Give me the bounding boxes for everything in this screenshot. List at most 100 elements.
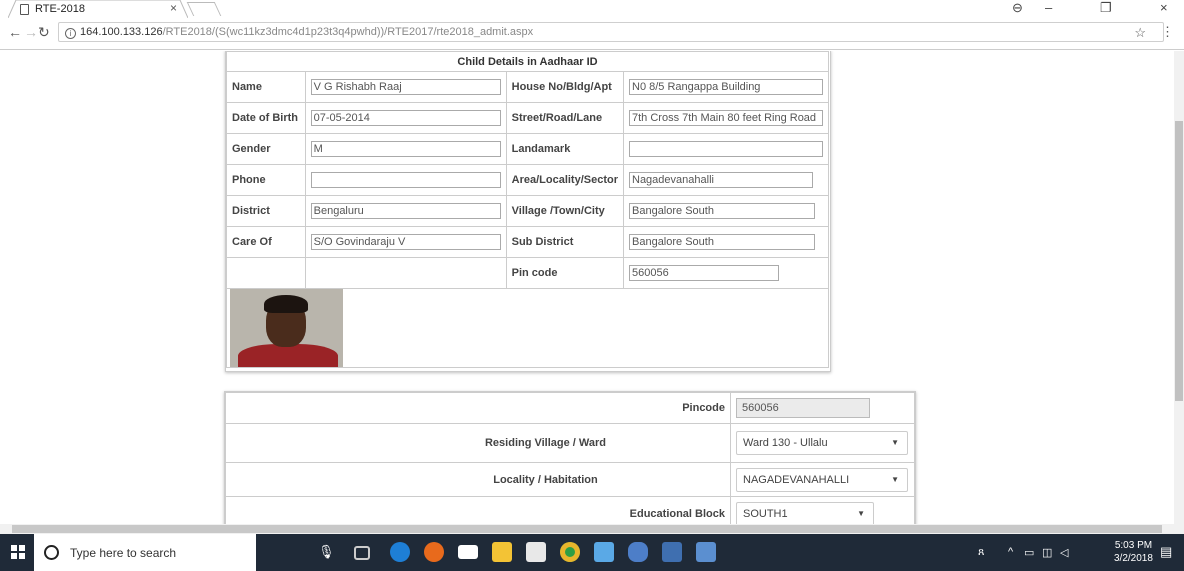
chevron-down-icon: ▼ bbox=[891, 438, 899, 447]
file-explorer-icon[interactable] bbox=[492, 542, 512, 562]
ward-label: Residing Village / Ward bbox=[225, 423, 731, 463]
chevron-down-icon: ▼ bbox=[857, 508, 865, 518]
locality-select-value: NAGADEVANAHALLI bbox=[743, 473, 850, 486]
chrome-icon[interactable] bbox=[560, 542, 580, 562]
horizontal-scroll-thumb[interactable] bbox=[12, 525, 1162, 533]
name-field[interactable]: V G Rishabh Raaj bbox=[310, 79, 501, 95]
table-row: District Bengaluru Village /Town/City Ba… bbox=[226, 195, 829, 227]
battery-icon[interactable]: ▭ bbox=[1024, 546, 1034, 559]
horizontal-scrollbar[interactable] bbox=[0, 524, 1184, 534]
table-row: Residing Village / Ward Ward 130 - Ullal… bbox=[225, 423, 915, 463]
block-label: Educational Block bbox=[225, 496, 731, 524]
tab-close-icon[interactable]: × bbox=[170, 1, 177, 15]
url-path: /RTE2018/(S(wc11kz3dmc4d1p23t3q4pwhd))/R… bbox=[162, 26, 534, 38]
snipping-tool-icon[interactable] bbox=[594, 542, 614, 562]
store-icon[interactable] bbox=[526, 542, 546, 562]
pin-code-label: Pin code bbox=[505, 257, 625, 289]
firefox-icon[interactable] bbox=[424, 542, 444, 562]
address-bar[interactable]: i 164.100.133.126/RTE2018/(S(wc11kz3dmc4d… bbox=[58, 22, 1164, 42]
people-icon[interactable]: ጸ bbox=[978, 546, 984, 559]
close-window-button[interactable]: × bbox=[1160, 0, 1168, 18]
app-icon[interactable] bbox=[696, 542, 716, 562]
info-icon[interactable]: i bbox=[65, 28, 76, 39]
browser-tab[interactable]: RTE-2018 × bbox=[8, 0, 188, 18]
table-row: Date of Birth 07-05-2014 Street/Road/Lan… bbox=[226, 102, 829, 134]
page-viewport: Child Details in Aadhaar ID Name V G Ris… bbox=[0, 51, 1174, 524]
network-icon[interactable]: ◫ bbox=[1042, 546, 1052, 559]
location-panel: Pincode 560056 Residing Village / Ward W… bbox=[224, 391, 916, 524]
area-field[interactable]: Nagadevanahalli bbox=[629, 172, 813, 188]
bookmark-star-icon[interactable]: ☆ bbox=[1134, 25, 1146, 41]
cortana-icon bbox=[44, 545, 59, 560]
name-label: Name bbox=[226, 71, 306, 103]
village-label: Village /Town/City bbox=[505, 195, 625, 227]
minimize-button[interactable]: – bbox=[1045, 0, 1052, 18]
photo-cell bbox=[226, 288, 829, 368]
table-row: Pin code 560056 bbox=[226, 257, 829, 289]
table-row: Phone Area/Locality/Sector Nagadevanahal… bbox=[226, 164, 829, 196]
microphone-icon[interactable]: 🎙 bbox=[318, 544, 338, 564]
dob-label: Date of Birth bbox=[226, 102, 306, 134]
app-icon[interactable] bbox=[662, 542, 682, 562]
action-center-icon[interactable]: ▤ bbox=[1160, 544, 1172, 560]
table-row: Educational Block SOUTH1 ▼ bbox=[225, 496, 915, 524]
child-details-panel: Child Details in Aadhaar ID Name V G Ris… bbox=[225, 51, 831, 372]
care-of-field[interactable]: S/O Govindaraju V bbox=[310, 234, 501, 250]
show-hidden-icons-icon[interactable]: ^ bbox=[1008, 546, 1013, 558]
new-tab-button[interactable] bbox=[186, 2, 222, 16]
house-label: House No/Bldg/Apt bbox=[505, 71, 625, 103]
back-arrow-icon[interactable]: ← bbox=[8, 24, 22, 40]
sub-district-label: Sub District bbox=[505, 226, 625, 258]
gender-field[interactable]: M bbox=[310, 141, 501, 157]
windows-start-icon[interactable] bbox=[11, 545, 25, 559]
task-view-icon[interactable] bbox=[354, 546, 370, 560]
edge-icon[interactable] bbox=[390, 542, 410, 562]
taskbar-search-box[interactable]: Type here to search bbox=[34, 534, 256, 571]
locality-label: Locality / Habitation bbox=[225, 462, 731, 497]
app-icon[interactable] bbox=[628, 542, 648, 562]
district-field[interactable]: Bengaluru bbox=[310, 203, 501, 219]
ward-select[interactable]: Ward 130 - Ullalu ▼ bbox=[736, 431, 908, 455]
browser-toolbar: ← → ↻ i 164.100.133.126/RTE2018/(S(wc11kz… bbox=[0, 18, 1184, 50]
area-label: Area/Locality/Sector bbox=[505, 164, 625, 196]
clock-time: 5:03 PM bbox=[1114, 540, 1153, 551]
page-icon bbox=[20, 3, 29, 15]
empty-cell bbox=[226, 257, 306, 289]
phone-label: Phone bbox=[226, 164, 306, 196]
phone-field[interactable] bbox=[310, 172, 501, 188]
block-select[interactable]: SOUTH1 ▼ bbox=[736, 501, 874, 524]
gender-label: Gender bbox=[226, 133, 306, 165]
pincode-field[interactable]: 560056 bbox=[736, 398, 870, 418]
taskbar-clock[interactable]: 5:03 PM 3/2/2018 bbox=[1114, 539, 1153, 565]
landmark-label: Landamark bbox=[505, 133, 625, 165]
sub-district-field[interactable]: Bangalore South bbox=[629, 234, 815, 250]
vertical-scroll-thumb[interactable] bbox=[1175, 121, 1183, 401]
chevron-down-icon: ▼ bbox=[891, 474, 899, 484]
house-field[interactable]: N0 8/5 Rangappa Building bbox=[629, 79, 823, 95]
child-photo bbox=[230, 289, 343, 367]
volume-icon[interactable]: ◁ bbox=[1060, 546, 1068, 559]
district-label: District bbox=[226, 195, 306, 227]
child-details-header: Child Details in Aadhaar ID bbox=[226, 51, 829, 72]
restore-button[interactable]: ❐ bbox=[1100, 0, 1112, 18]
more-menu-icon[interactable]: ⋮ bbox=[1161, 24, 1174, 40]
tab-strip: RTE-2018 × ⊖ – ❐ × bbox=[0, 0, 1184, 18]
tab-title: RTE-2018 bbox=[35, 3, 85, 15]
street-field[interactable]: 7th Cross 7th Main 80 feet Ring Road bbox=[629, 110, 823, 126]
ward-select-value: Ward 130 - Ullalu bbox=[743, 437, 828, 449]
location-table: Pincode 560056 Residing Village / Ward W… bbox=[225, 392, 915, 524]
locality-select[interactable]: NAGADEVANAHALLI ▼ bbox=[736, 467, 908, 492]
table-row: Care Of S/O Govindaraju V Sub District B… bbox=[226, 226, 829, 258]
reload-icon[interactable]: ↻ bbox=[38, 24, 50, 41]
table-row: Locality / Habitation NAGADEVANAHALLI ▼ bbox=[225, 462, 915, 497]
village-field[interactable]: Bangalore South bbox=[629, 203, 815, 219]
forward-arrow-icon[interactable]: → bbox=[24, 24, 38, 40]
vertical-scrollbar[interactable] bbox=[1174, 51, 1184, 524]
account-icon[interactable]: ⊖ bbox=[1012, 0, 1023, 18]
pin-code-field[interactable]: 560056 bbox=[629, 265, 779, 281]
mail-icon[interactable] bbox=[458, 545, 478, 559]
landmark-field[interactable] bbox=[629, 141, 823, 157]
taskbar-search-placeholder: Type here to search bbox=[70, 546, 177, 560]
child-details-table: Child Details in Aadhaar ID Name V G Ris… bbox=[226, 51, 829, 368]
dob-field[interactable]: 07-05-2014 bbox=[310, 110, 501, 126]
